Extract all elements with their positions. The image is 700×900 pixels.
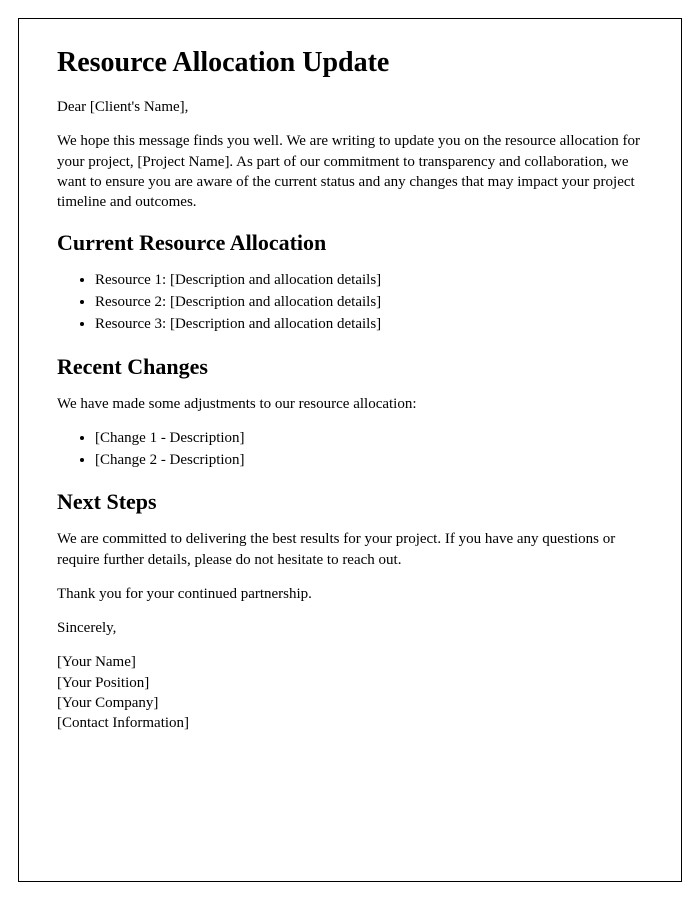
list-item: Resource 3: [Description and allocation … [95,314,643,336]
intro-paragraph: We hope this message finds you well. We … [57,131,643,212]
list-item: Resource 1: [Description and allocation … [95,270,643,292]
section-heading-next-steps: Next Steps [57,489,643,515]
resource-list: Resource 1: [Description and allocation … [95,270,643,335]
page-title: Resource Allocation Update [57,47,643,79]
next-steps-p1: We are committed to delivering the best … [57,529,643,570]
changes-intro: We have made some adjustments to our res… [57,394,643,414]
greeting-line: Dear [Client's Name], [57,97,643,117]
next-steps-p2: Thank you for your continued partnership… [57,584,643,604]
section-heading-recent-changes: Recent Changes [57,354,643,380]
document-container: Resource Allocation Update Dear [Client'… [18,18,682,882]
section-heading-current-allocation: Current Resource Allocation [57,230,643,256]
signature-company: [Your Company] [57,693,643,713]
list-item: [Change 2 - Description] [95,450,643,472]
list-item: Resource 2: [Description and allocation … [95,292,643,314]
list-item: [Change 1 - Description] [95,428,643,450]
signature-name: [Your Name] [57,652,643,672]
changes-list: [Change 1 - Description] [Change 2 - Des… [95,428,643,472]
signature-position: [Your Position] [57,673,643,693]
closing-line: Sincerely, [57,618,643,638]
signature-contact: [Contact Information] [57,713,643,733]
signature-block: [Your Name] [Your Position] [Your Compan… [57,652,643,733]
